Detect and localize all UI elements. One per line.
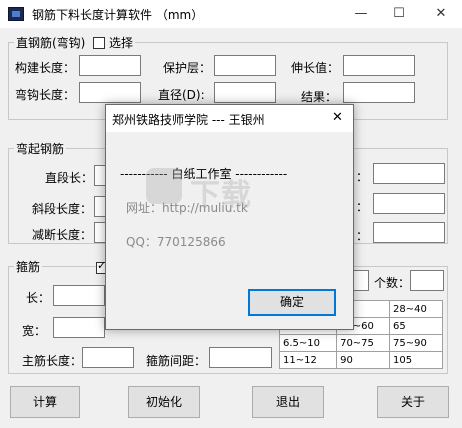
table-cell: 90 — [336, 351, 391, 369]
spacing-input[interactable] — [209, 347, 272, 368]
spacing-label: 箍筋间距： — [146, 354, 207, 368]
table-row: 6.5~10 70~75 75~90 — [278, 334, 443, 352]
ok-button[interactable]: 确定 — [248, 289, 336, 316]
bent-right-input-3[interactable] — [373, 222, 445, 243]
result-label: 结果： — [301, 90, 338, 104]
extension-input[interactable] — [343, 55, 415, 76]
stirrup-legend: 箍筋 — [14, 258, 43, 275]
count-input[interactable] — [410, 270, 444, 291]
straight-bar-legend: 直钢筋(弯钩) 选择 — [14, 34, 136, 51]
bent-right-label-1: ： — [356, 170, 369, 184]
straight-segment-label: 直段长： — [45, 171, 94, 185]
calculate-button[interactable]: 计算 — [10, 386, 80, 418]
cover-label: 保护层： — [163, 61, 212, 75]
select-label: 选择 — [109, 36, 134, 50]
bent-right-label-3: ： — [356, 229, 369, 243]
about-dialog: 郑州铁路技师学院 --- 王银州 ✕ ----------- 白纸工作室 ---… — [105, 104, 354, 330]
qq-text: QQ：770125866 — [126, 235, 226, 249]
straight-bar-title: 直钢筋(弯钩) — [16, 36, 86, 50]
diameter-input[interactable] — [214, 82, 276, 103]
stirrup-title: 箍筋 — [16, 260, 41, 274]
bent-right-input-1[interactable] — [373, 163, 445, 184]
main-length-input[interactable] — [82, 347, 134, 368]
title-bar: 钢筋下料长度计算软件 （mm） — ☐ ✕ — [0, 0, 462, 28]
bent-right-input-2[interactable] — [373, 193, 445, 214]
dialog-title: 郑州铁路技师学院 --- 王银州 — [112, 113, 265, 127]
diameter-label: 直径(D): — [158, 88, 205, 102]
hook-length-label: 弯钩长度： — [15, 88, 76, 102]
dialog-close-button[interactable]: ✕ — [332, 110, 343, 125]
hook-length-input[interactable] — [79, 82, 141, 103]
bent-bar-legend: 弯起钢筋 — [14, 140, 67, 157]
slant-segment-label: 斜段长度： — [32, 202, 93, 216]
count-label: 个数： — [374, 276, 411, 290]
window-title: 钢筋下料长度计算软件 （mm） — [32, 8, 204, 22]
stirrup-length-input[interactable] — [53, 285, 105, 306]
watermark-text: 下载 — [190, 178, 252, 213]
stirrup-width-input[interactable] — [53, 317, 105, 338]
maximize-button[interactable]: ☐ — [384, 0, 414, 28]
close-button[interactable]: ✕ — [426, 0, 456, 28]
stirrup-width-label: 宽： — [22, 324, 47, 338]
table-cell: 11~12 — [278, 351, 338, 369]
initialize-button[interactable]: 初始化 — [128, 386, 200, 418]
select-checkbox[interactable] — [93, 37, 106, 49]
stirrup-length-label: 长： — [26, 291, 51, 305]
result-input[interactable] — [343, 82, 415, 103]
minimize-button[interactable]: — — [346, 0, 376, 28]
dialog-title-bar: 郑州铁路技师学院 --- 王银州 ✕ — [106, 105, 353, 132]
table-row: 11~12 90 105 — [278, 351, 443, 369]
main-length-label: 主筋长度： — [22, 354, 83, 368]
member-length-input[interactable] — [79, 55, 141, 76]
table-cell: 70~75 — [336, 334, 391, 352]
reduction-label: 减断长度： — [32, 228, 93, 242]
table-cell: 28~40 — [389, 300, 443, 318]
table-cell: 105 — [389, 351, 443, 369]
member-length-label: 构建长度： — [15, 61, 76, 75]
exit-button[interactable]: 退出 — [252, 386, 324, 418]
table-cell: 6.5~10 — [278, 334, 338, 352]
app-icon — [8, 7, 24, 21]
cover-input[interactable] — [214, 55, 276, 76]
table-cell: 75~90 — [389, 334, 443, 352]
bent-right-label-2: ： — [356, 200, 369, 214]
watermark-logo — [146, 168, 182, 204]
extension-label: 伸长值： — [291, 61, 340, 75]
table-cell: 65 — [389, 317, 443, 335]
about-button[interactable]: 关于 — [377, 386, 449, 418]
